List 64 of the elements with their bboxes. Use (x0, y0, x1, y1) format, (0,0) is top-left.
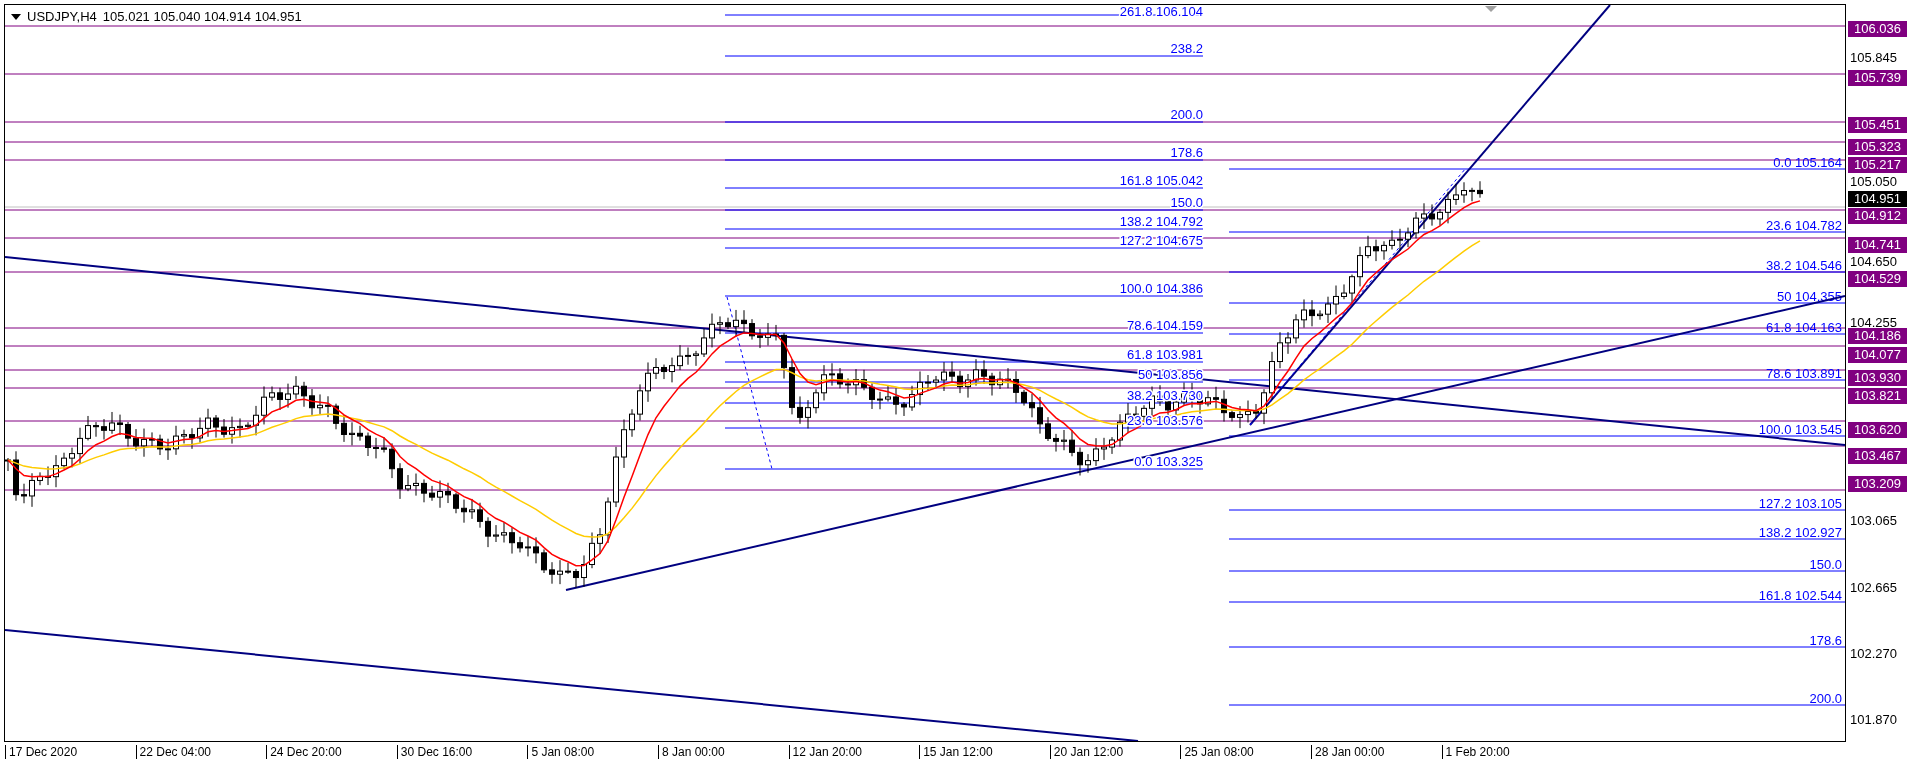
fibonacci-level-label: 138.2 102.927 (1758, 525, 1842, 540)
fibonacci-level-label: 100.0 104.386 (1119, 281, 1203, 296)
current-price-label: 104.951 (1848, 191, 1907, 207)
price-axis-label: 104.650 (1850, 254, 1897, 270)
price-level-label: 103.209 (1848, 476, 1907, 492)
time-axis-label: 28 Jan 00:00 (1311, 745, 1385, 759)
fibonacci-level-label: 0.0 103.325 (1134, 454, 1203, 469)
price-axis-label: 103.065 (1850, 513, 1897, 529)
time-axis-label: 20 Jan 12:00 (1049, 745, 1124, 759)
price-axis-label: 104.255 (1850, 315, 1897, 331)
fibonacci-level-label: 127.2 104.675 (1119, 233, 1203, 248)
chart-symbol: USDJPY,H4 (27, 9, 97, 24)
fibonacci-level-label: 150.0 (1170, 195, 1203, 210)
price-level-label: 103.620 (1848, 422, 1907, 438)
fibonacci-level-label: 161.8 102.544 (1758, 588, 1842, 603)
fibonacci-level-label: 38.2 104.546 (1766, 258, 1842, 273)
fibonacci-level-label: 238.2 (1170, 41, 1203, 56)
price-axis-label: 105.845 (1850, 50, 1897, 66)
fibonacci-level-label: 61.8 103.981 (1127, 347, 1203, 362)
price-level-label: 105.323 (1848, 139, 1907, 155)
fibonacci-level-label: 100.0 103.545 (1758, 422, 1842, 437)
triangle-marker-icon (1485, 6, 1497, 12)
price-level-label: 104.741 (1848, 237, 1907, 253)
time-axis-label: 17 Dec 2020 (5, 745, 78, 759)
price-axis-label: 102.270 (1850, 646, 1897, 662)
price-level-label: 105.739 (1848, 70, 1907, 86)
fibonacci-level-label: 23.6 104.782 (1766, 218, 1842, 233)
price-level-label: 103.467 (1848, 448, 1907, 464)
fibonacci-level-label: 0.0 105.164 (1773, 155, 1842, 170)
fibonacci-level-label: 61.8 104.163 (1766, 320, 1842, 335)
dropdown-triangle-icon[interactable] (11, 13, 21, 20)
fibonacci-level-label: 127.2 103.105 (1758, 496, 1842, 511)
time-axis-label: 22 Dec 04:00 (135, 745, 211, 759)
time-axis-label: 5 Jan 08:00 (527, 745, 595, 759)
fibonacci-level-label: 161.8 105.042 (1119, 173, 1203, 188)
fibonacci-level-label: 178.6 (1170, 145, 1203, 160)
price-level-label: 106.036 (1848, 21, 1907, 37)
price-level-label: 104.186 (1848, 328, 1907, 344)
fibonacci-level-label: 261.8 106.104 (1119, 5, 1203, 19)
price-level-label: 105.217 (1848, 157, 1907, 173)
price-axis-label: 105.050 (1850, 174, 1897, 190)
time-axis-label: 12 Jan 20:00 (788, 745, 862, 759)
price-level-label: 105.451 (1848, 117, 1907, 133)
time-axis-label: 1 Feb 20:00 (1441, 745, 1510, 759)
time-axis-label: 25 Jan 08:00 (1180, 745, 1254, 759)
fibonacci-level-label: 200.0 (1170, 107, 1203, 122)
time-axis-label: 30 Dec 16:00 (396, 745, 473, 759)
price-level-label: 104.077 (1848, 347, 1907, 363)
fibonacci-level-label: 150.0 (1809, 557, 1842, 572)
fibonacci-level-label: 178.6 (1809, 633, 1842, 648)
price-axis-label: 102.665 (1850, 580, 1897, 596)
price-level-label: 104.912 (1848, 208, 1907, 224)
price-axis-label: 101.870 (1850, 712, 1897, 728)
price-quote: 105.021 105.040 104.914 104.951 (102, 9, 302, 24)
time-axis-label: 8 Jan 00:00 (658, 745, 725, 759)
fibonacci-level-label: 200.0 (1809, 691, 1842, 706)
price-level-label: 103.821 (1848, 388, 1907, 404)
fibonacci-level-label: 78.6 103.891 (1766, 366, 1842, 381)
fibonacci-level-label: 138.2 104.792 (1119, 214, 1203, 229)
time-axis-label: 15 Jan 12:00 (919, 745, 993, 759)
time-axis-label: 24 Dec 20:00 (266, 745, 342, 759)
price-level-label: 103.930 (1848, 370, 1907, 386)
fibonacci-level-label: 78.6 104.159 (1127, 318, 1203, 333)
price-level-label: 104.529 (1848, 271, 1907, 287)
